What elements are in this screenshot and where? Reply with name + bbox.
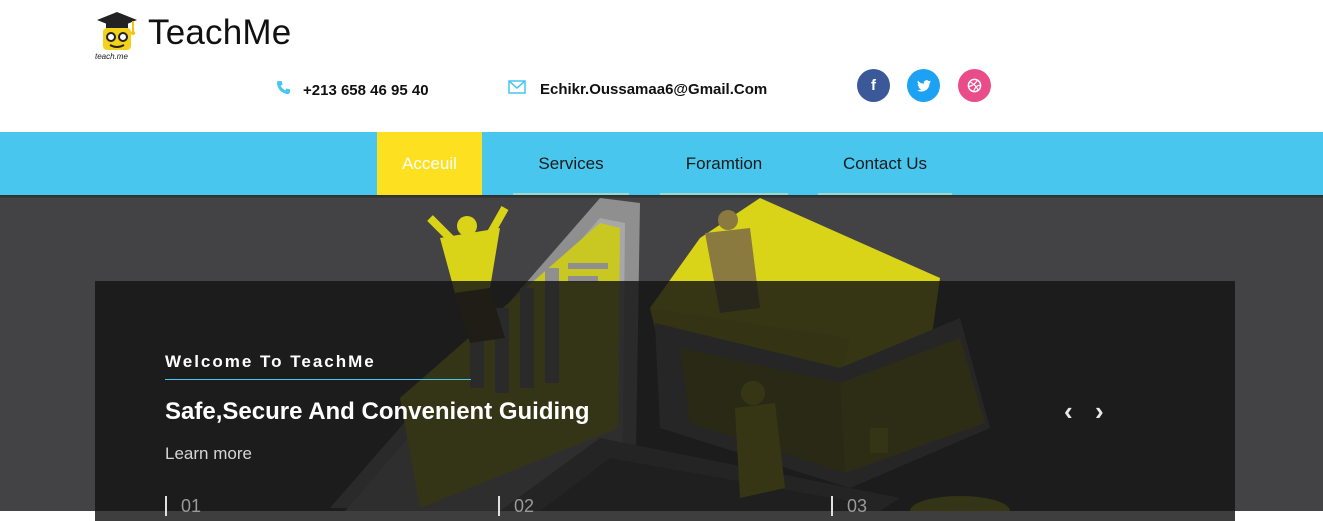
logo-caption: teach.me xyxy=(95,52,128,61)
nav-item-label: Contact Us xyxy=(842,153,928,173)
welcome-underline xyxy=(165,379,471,380)
phone-number[interactable]: +213 658 46 95 40 xyxy=(303,82,429,99)
hero-headline: Safe,Secure And Convenient Guiding xyxy=(165,398,590,425)
phone-icon xyxy=(276,80,291,100)
email-address[interactable]: Echikr.Oussamaa6@Gmail.Com xyxy=(540,81,767,98)
brand-name[interactable]: TeachMe xyxy=(148,13,291,53)
learn-more-link[interactable]: Learn more xyxy=(165,444,252,464)
contact-phone: +213 658 46 95 40 xyxy=(276,80,429,100)
slider-next-arrow[interactable]: › xyxy=(1095,396,1104,427)
slider-prev-arrow[interactable]: ‹ xyxy=(1064,396,1073,427)
facebook-icon[interactable]: f xyxy=(857,69,890,102)
contact-email: Echikr.Oussamaa6@Gmail.Com xyxy=(508,80,767,99)
slide-indicator-02[interactable]: 02 xyxy=(498,496,534,516)
nav-item-services[interactable]: Services xyxy=(513,132,629,195)
nav-item-label: Foramtion xyxy=(685,153,763,173)
slide-indicator-03[interactable]: 03 xyxy=(831,496,867,516)
nav-item-acceuil[interactable]: Acceuil xyxy=(377,132,482,195)
site-header: teach.me TeachMe +213 658 46 95 40 Echik… xyxy=(0,0,1323,132)
nav-item-label: Acceuil xyxy=(402,153,457,173)
nav-item-contact-us[interactable]: Contact Us xyxy=(818,132,952,195)
main-nav: Acceuil Services Foramtion Contact Us xyxy=(0,132,1323,195)
twitter-icon[interactable] xyxy=(907,69,940,102)
nav-item-label: Services xyxy=(538,153,604,173)
slide-indicator-01[interactable]: 01 xyxy=(165,496,201,516)
nav-item-foramtion[interactable]: Foramtion xyxy=(660,132,788,195)
dribbble-icon[interactable] xyxy=(958,69,991,102)
hero-welcome: Welcome To TeachMe xyxy=(165,352,376,371)
envelope-icon xyxy=(508,80,526,99)
